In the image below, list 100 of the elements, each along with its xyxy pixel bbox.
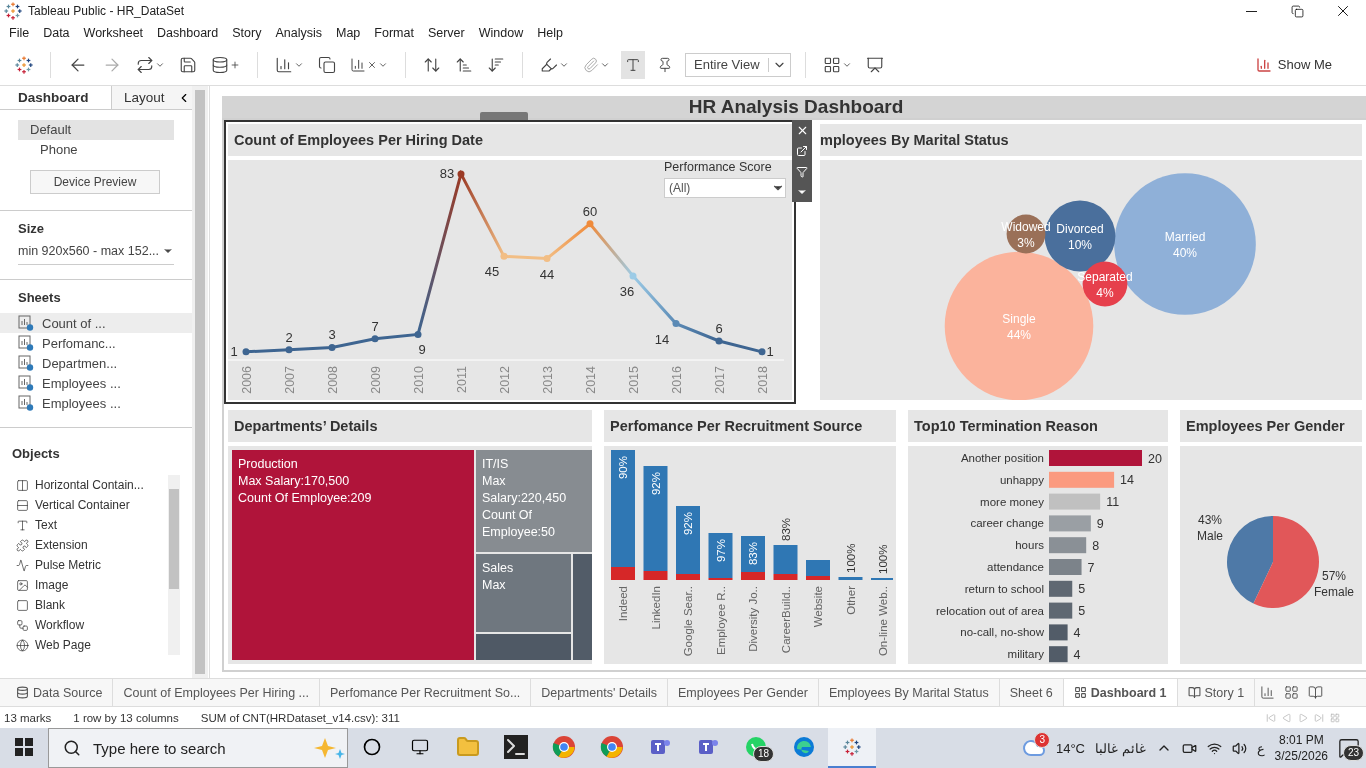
- axis-label: 2010: [412, 366, 426, 394]
- tile-text: Max Salary:220,450: [482, 473, 568, 507]
- bubble-label: Divorced: [1056, 222, 1104, 236]
- drag-handle[interactable]: [480, 112, 528, 120]
- menu-item[interactable]: Map: [328, 26, 368, 40]
- size-dropdown[interactable]: min 920x560 - max 152...: [18, 244, 174, 265]
- menu-item[interactable]: Server: [420, 26, 472, 40]
- axis-label: return to school: [964, 582, 1044, 595]
- object-item[interactable]: Horizontal Contain...: [0, 475, 144, 495]
- menu-item[interactable]: Dashboard: [150, 26, 226, 40]
- show-me-button[interactable]: Show Me: [1249, 55, 1338, 74]
- axis-label: 2015: [627, 366, 641, 394]
- axis-label: unhappy: [999, 473, 1044, 486]
- bubble-value: 4%: [1096, 286, 1114, 300]
- sheet-tab[interactable]: Story 1: [1177, 678, 1256, 707]
- square-icon: [16, 598, 29, 612]
- workflow-icon: [16, 618, 29, 632]
- labels-button[interactable]: [621, 50, 645, 79]
- letter-icon: [16, 518, 29, 532]
- axis-label: 2006: [240, 366, 254, 394]
- axis-label: military: [1007, 648, 1044, 661]
- search-field[interactable]: Type here to search: [48, 728, 348, 768]
- sheet-item[interactable]: Count of ...: [0, 313, 192, 333]
- value-label: 100%: [877, 544, 889, 574]
- device-item[interactable]: Default: [18, 120, 174, 140]
- save-icon: [179, 55, 197, 74]
- value-label: 83%: [779, 517, 792, 541]
- object-item[interactable]: Vertical Container: [0, 495, 144, 515]
- value-label: 97%: [714, 539, 727, 563]
- panel-tab[interactable]: Layout: [111, 86, 177, 109]
- sheet-tab[interactable]: Departments' Details: [531, 678, 668, 707]
- bar: [838, 577, 863, 580]
- axis-label: 2016: [670, 366, 684, 394]
- object-item[interactable]: Extension: [0, 535, 144, 555]
- network-icon[interactable]: [1206, 740, 1222, 756]
- bar: [1049, 471, 1115, 488]
- sheet-item[interactable]: Perfomanc...: [0, 333, 192, 353]
- bar: [1049, 515, 1091, 532]
- menu-item[interactable]: Format: [367, 26, 421, 40]
- bar: [1049, 559, 1082, 575]
- filter-dropdown[interactable]: (All): [664, 178, 786, 198]
- scrollbar[interactable]: [192, 86, 208, 678]
- sheet-tab[interactable]: Employees Per Gender: [667, 678, 819, 707]
- clock[interactable]: 8:01 PM 3/25/2026: [1274, 732, 1328, 764]
- tile-text: Max: [482, 577, 507, 594]
- data-label: 45: [484, 264, 500, 280]
- sheet-item[interactable]: Employees ...: [0, 373, 192, 393]
- axis-label: Other: [844, 586, 857, 615]
- menu-item[interactable]: Analysis: [268, 26, 329, 40]
- object-item[interactable]: Pulse Metric: [0, 555, 144, 575]
- language-indicator[interactable]: ع: [1256, 740, 1265, 756]
- menu-item[interactable]: Data: [36, 26, 77, 40]
- device-preview-button[interactable]: Device Preview: [30, 170, 160, 194]
- sheet-tab[interactable]: Count of Employees Per Hiring ...: [113, 678, 320, 707]
- device-item[interactable]: Phone: [18, 140, 174, 160]
- letter-icon: [625, 56, 641, 73]
- sheet-tab[interactable]: Dashboard 1: [1063, 678, 1178, 707]
- volume-icon[interactable]: [1231, 740, 1247, 756]
- plus-icon: [230, 59, 240, 70]
- sheet-item[interactable]: Employees ...: [0, 393, 192, 413]
- data-label: 14: [654, 331, 670, 347]
- object-item[interactable]: Blank: [0, 595, 144, 615]
- value-label: 8: [1092, 538, 1100, 553]
- object-item[interactable]: Image: [0, 575, 144, 595]
- axis-label: LinkedIn: [649, 586, 662, 630]
- menu-item[interactable]: Window: [471, 26, 531, 40]
- bubble-value: 10%: [1068, 238, 1092, 252]
- filter-icon[interactable]: [796, 165, 808, 178]
- data-point: [242, 348, 250, 356]
- fit-dropdown[interactable]: Entire View: [685, 52, 791, 77]
- menu-item[interactable]: Worksheet: [76, 26, 151, 40]
- object-item[interactable]: Workflow: [0, 615, 144, 635]
- object-item[interactable]: Web Page: [0, 635, 144, 655]
- sheet-tab[interactable]: Perfomance Per Recruitment So...: [320, 678, 532, 707]
- data-label: 60: [582, 203, 598, 219]
- menu-item[interactable]: Help: [530, 26, 570, 40]
- bar: [1049, 624, 1068, 641]
- axis-label: career change: [970, 517, 1044, 530]
- sort-descending-icon: [487, 55, 505, 74]
- value-label: 20: [1148, 451, 1162, 466]
- data-point: [543, 255, 551, 262]
- pin-icon: [657, 56, 673, 73]
- count-badge: 3: [1034, 732, 1050, 748]
- external-link-icon[interactable]: [796, 145, 808, 158]
- sheet-tab[interactable]: Employees By Marital Status: [818, 678, 1000, 707]
- grid-icon: [1073, 686, 1087, 699]
- sheet-item[interactable]: Departmen...: [0, 353, 192, 373]
- menu-item[interactable]: Story: [225, 26, 269, 40]
- menu-item[interactable]: File: [2, 26, 37, 40]
- status-text: SUM of CNT(HRDataset_v14.csv): 311: [200, 711, 400, 724]
- object-item[interactable]: Text: [0, 515, 144, 535]
- chart-panel[interactable]: Count of Employees Per Hiring Date 1 2 3 7 9 83 45 44 60 36 14 6 1 2006 2007 2008 2009 2010 2011 2012 2013 2014 2015 2016 2017 2018 Performance Score (All): [224, 120, 796, 404]
- scrollbar[interactable]: [168, 475, 180, 655]
- sheet-tab[interactable]: Sheet 6: [999, 678, 1064, 707]
- axis-label: 2012: [498, 366, 512, 394]
- axis-label: 2014: [584, 366, 598, 394]
- sheet-tab[interactable]: Data Source: [6, 678, 114, 707]
- taskbar-app[interactable]: 18: [732, 728, 780, 768]
- notification-button[interactable]: 23: [1338, 737, 1360, 759]
- app-logo-icon: [4, 2, 22, 20]
